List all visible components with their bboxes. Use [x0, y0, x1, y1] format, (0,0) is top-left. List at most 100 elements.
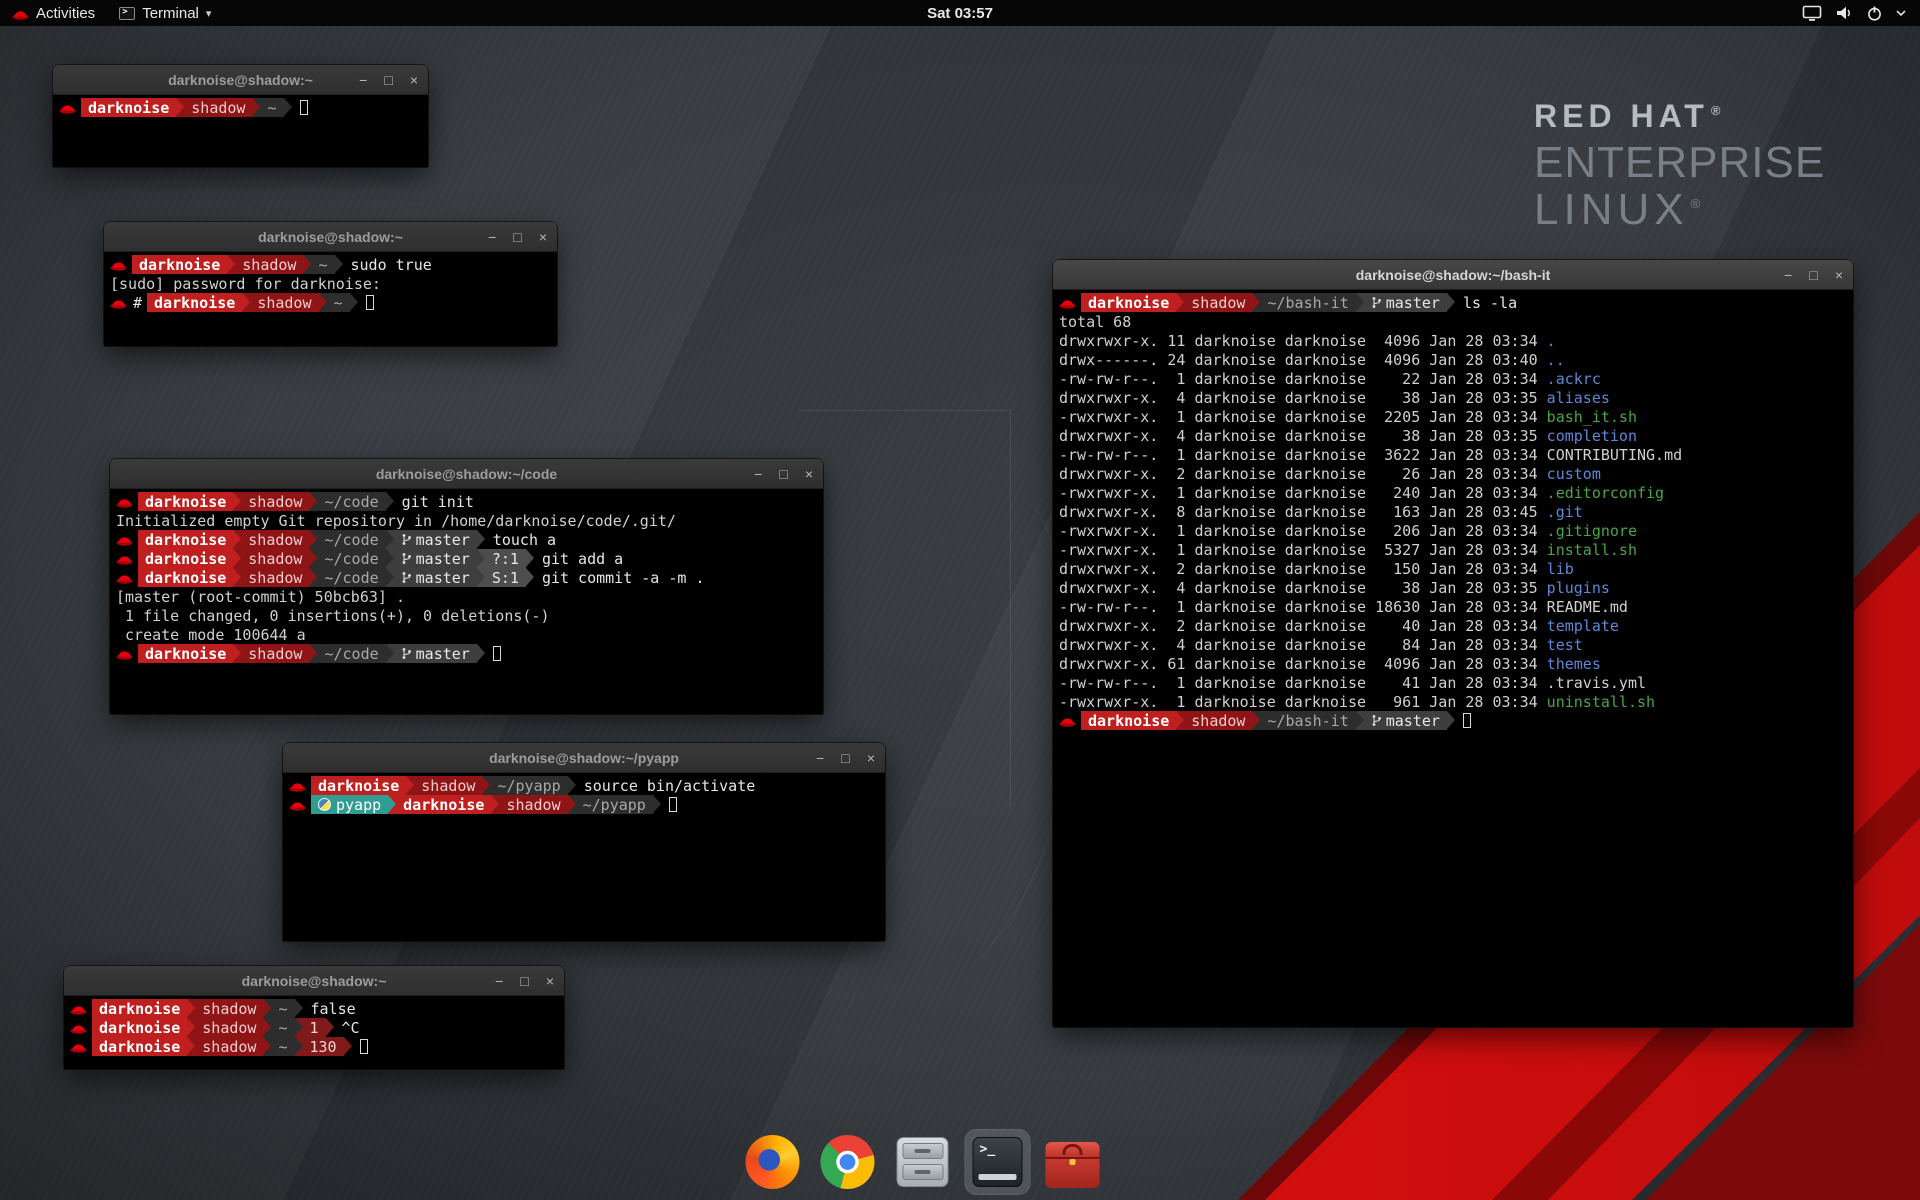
window-title: darknoise@shadow:~ [258, 229, 403, 245]
prompt-segment-git: master [394, 549, 477, 568]
terminal-content[interactable]: darknoiseshadow~ [53, 95, 428, 167]
terminal-content[interactable]: darknoiseshadow~sudo true[sudo] password… [104, 252, 557, 346]
minimize-button[interactable]: − [495, 974, 503, 988]
minimize-button[interactable]: − [488, 230, 496, 244]
close-button[interactable]: × [1835, 268, 1843, 282]
prompt-segment-git: master [394, 530, 477, 549]
output-text: -rwxrwxr-x. 1 darknoise darknoise 2205 J… [1059, 408, 1547, 426]
powerline-separator-arrow [309, 549, 317, 567]
command-text: false [311, 1000, 356, 1018]
close-button[interactable]: × [539, 230, 547, 244]
dock-chrome-icon[interactable] [815, 1129, 881, 1195]
chevron-down-icon: ▾ [206, 7, 212, 20]
redhat-prompt-icon [116, 495, 133, 508]
window-titlebar[interactable]: darknoise@shadow:~/pyapp−□× [283, 743, 885, 773]
powerline-separator [319, 293, 327, 312]
power-icon[interactable] [1866, 5, 1883, 22]
volume-icon[interactable] [1835, 5, 1853, 21]
maximize-button[interactable]: □ [520, 974, 528, 988]
prompt-segment-text: ~/code [324, 569, 378, 587]
prompt-segment-host: shadow [241, 644, 309, 663]
activities-button[interactable]: Activities [0, 0, 107, 26]
terminal-content[interactable]: darknoiseshadow~/pyappsource bin/activat… [283, 773, 885, 941]
display-icon[interactable] [1802, 5, 1822, 22]
prompt-segment-exit: 1 [303, 1018, 326, 1037]
output-text: completion [1547, 427, 1637, 445]
files-icon [897, 1137, 949, 1187]
redhat-prompt-icon [110, 258, 127, 271]
terminal-window: darknoise@shadow:~/pyapp−□×darknoiseshad… [283, 743, 885, 941]
powerline-separator [477, 568, 485, 587]
dock-terminal-icon[interactable]: >_ [965, 1129, 1031, 1195]
output-text: .. [1547, 351, 1565, 369]
terminal-line: 1 file changed, 0 insertions(+), 0 delet… [116, 606, 817, 625]
close-button[interactable]: × [867, 751, 875, 765]
prompt-segment-text: shadow [248, 531, 302, 549]
prompt-segment-user: darknoise [147, 293, 242, 312]
prompt-segment-path: ~/code [317, 644, 385, 663]
terminal-content[interactable]: darknoiseshadow~/codegit initInitialized… [110, 489, 823, 714]
powerline-separator-arrow [242, 293, 250, 311]
prompt-segment-text: darknoise [145, 569, 226, 587]
redhat-prompt-icon [110, 296, 127, 309]
powerline-separator [309, 530, 317, 549]
clock[interactable]: Sat 03:57 [917, 0, 1003, 26]
window-titlebar[interactable]: darknoise@shadow:~−□× [64, 966, 564, 996]
maximize-button[interactable]: □ [1809, 268, 1817, 282]
terminal-cursor [366, 295, 374, 310]
prompt-segment-host: shadow [195, 1037, 263, 1056]
terminal-line: drwxrwxr-x. 4 darknoise darknoise 38 Jan… [1059, 426, 1847, 445]
prompt-segment-user: darknoise [1081, 711, 1176, 730]
output-text: lib [1547, 560, 1574, 578]
window-controls: − □ × [1784, 260, 1843, 289]
powerline-separator [252, 98, 260, 117]
powerline-separator [350, 293, 358, 312]
maximize-button[interactable]: □ [779, 467, 787, 481]
redhat-prompt-icon [1059, 296, 1076, 309]
output-text: template [1547, 617, 1619, 635]
minimize-button[interactable]: − [359, 73, 367, 87]
minimize-button[interactable]: − [816, 751, 824, 765]
close-button[interactable]: × [546, 974, 554, 988]
system-status-area[interactable] [1794, 0, 1914, 26]
dock-app-grid-icon[interactable] [1115, 1129, 1181, 1195]
close-button[interactable]: × [410, 73, 418, 87]
prompt-segment-git: master [394, 644, 477, 663]
output-text: Initialized empty Git repository in /hom… [116, 512, 676, 530]
chevron-down-icon[interactable] [1896, 9, 1906, 17]
window-titlebar[interactable]: darknoise@shadow:~ − □ × [104, 222, 557, 252]
terminal-content[interactable]: darknoiseshadow~falsedarknoiseshadow~1^C… [64, 996, 564, 1069]
prompt-segment-text: darknoise [99, 1038, 180, 1056]
terminal-line: drwxrwxr-x. 2 darknoise darknoise 26 Jan… [1059, 464, 1847, 483]
powerline-separator-arrow [477, 568, 485, 586]
maximize-button[interactable]: □ [513, 230, 521, 244]
window-titlebar[interactable]: darknoise@shadow:~−□× [53, 65, 428, 95]
powerline-separator-arrow [295, 1037, 303, 1055]
window-titlebar[interactable]: darknoise@shadow:~/code − □ × [110, 459, 823, 489]
prompt-segment-text: ~ [318, 256, 327, 274]
maximize-button[interactable]: □ [841, 751, 849, 765]
app-menu-button[interactable]: Terminal ▾ [107, 0, 223, 26]
powerline-separator [233, 492, 241, 511]
powerline-separator [187, 1018, 195, 1037]
redhat-prompt-icon [289, 779, 306, 792]
window-titlebar[interactable]: darknoise@shadow:~/bash-it−□× [1053, 260, 1853, 290]
dock-toolbox-icon[interactable] [1040, 1129, 1106, 1195]
prompt-segment-text: master [1386, 294, 1440, 312]
dock-files-icon[interactable] [890, 1129, 956, 1195]
window-title: darknoise@shadow:~/code [376, 466, 557, 482]
prompt-segment-host: shadow [241, 568, 309, 587]
prompt-segment-text: shadow [191, 99, 245, 117]
close-button[interactable]: × [805, 467, 813, 481]
minimize-button[interactable]: − [1784, 268, 1792, 282]
minimize-button[interactable]: − [754, 467, 762, 481]
redhat-prompt-icon [116, 533, 133, 546]
prompt-segment-text: shadow [202, 1019, 256, 1037]
dock-firefox-icon[interactable] [740, 1129, 806, 1195]
powerline-separator-arrow [309, 530, 317, 548]
prompt-segment-path: ~/pyapp [490, 776, 567, 795]
maximize-button[interactable]: □ [384, 73, 392, 87]
terminal-content[interactable]: darknoiseshadow~/bash-itmasterls -latota… [1053, 290, 1853, 1027]
terminal-cursor [669, 797, 677, 812]
git-branch-icon [401, 552, 412, 565]
